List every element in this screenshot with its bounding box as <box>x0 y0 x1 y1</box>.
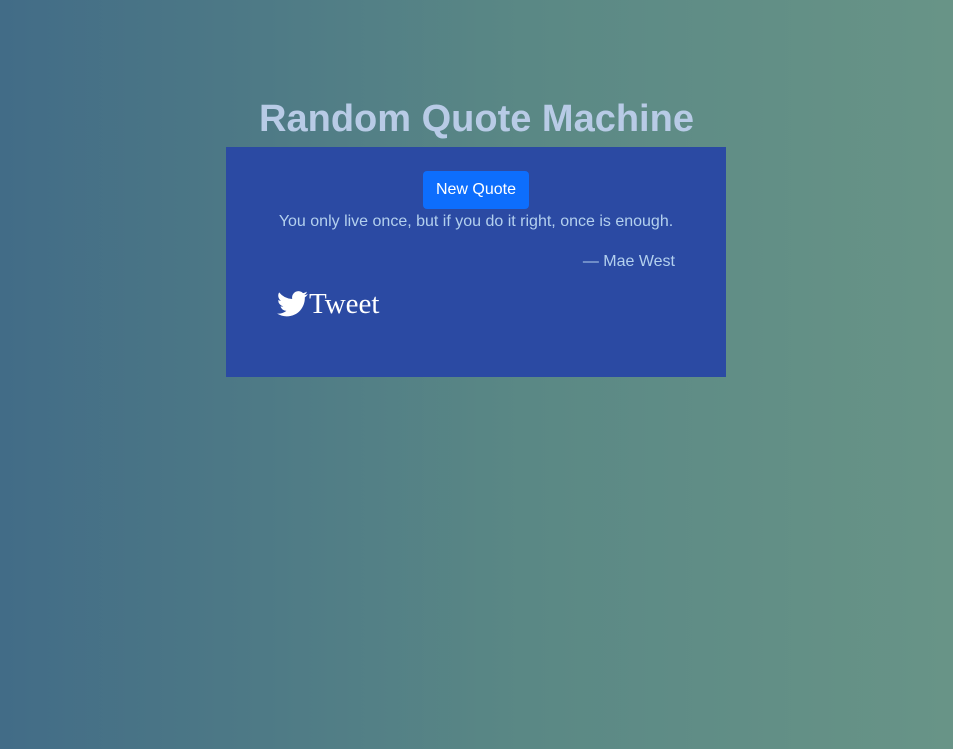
quote-text: You only live once, but if you do it rig… <box>278 213 674 230</box>
quote-author: — Mae West <box>582 253 675 270</box>
quote-box: New Quote You only live once, but if you… <box>226 147 726 377</box>
tweet-label: Tweet <box>309 288 380 320</box>
new-quote-button[interactable]: New Quote <box>423 171 529 209</box>
page-title: Random Quote Machine <box>259 98 694 140</box>
twitter-bird-icon <box>277 291 308 317</box>
tweet-button[interactable]: Tweet <box>277 287 379 321</box>
